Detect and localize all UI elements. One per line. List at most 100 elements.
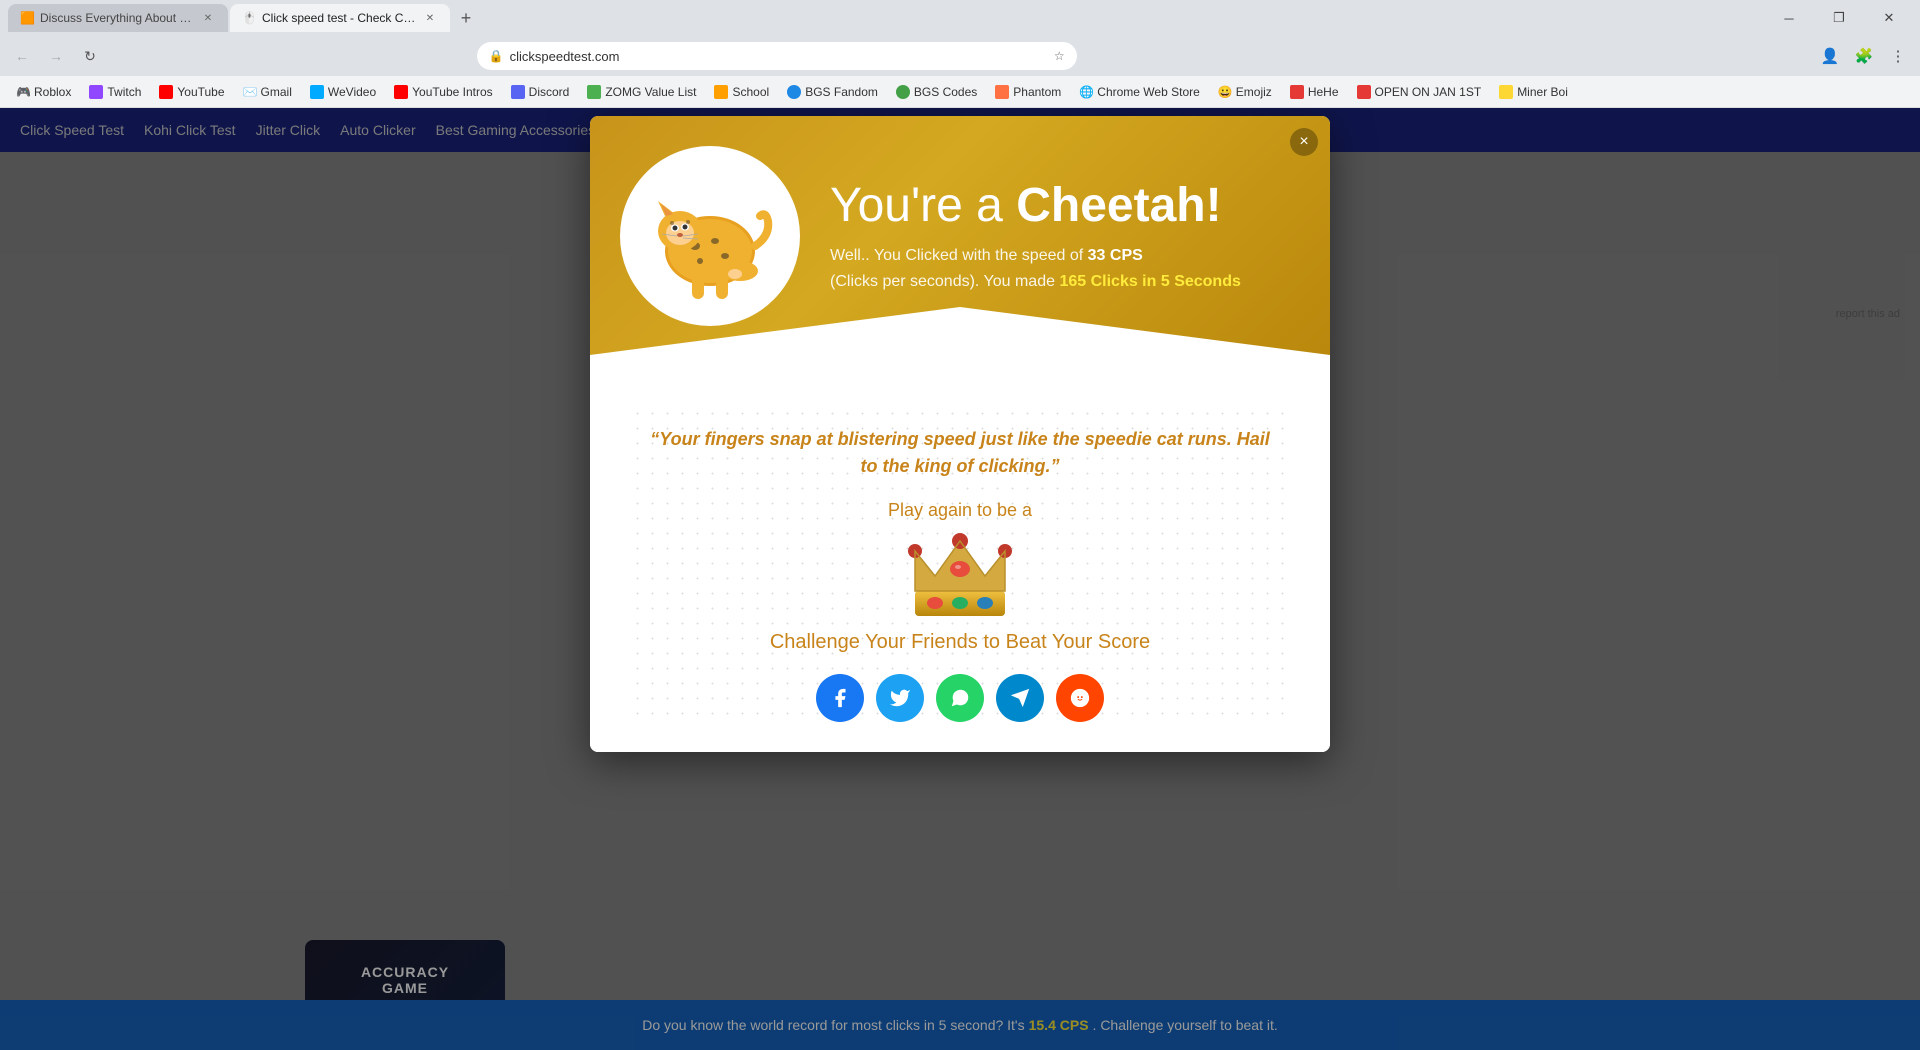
- share-twitter-button[interactable]: [876, 674, 924, 722]
- bookmark-discord[interactable]: Discord: [503, 83, 578, 101]
- modal-overlay: ×: [0, 108, 1920, 1050]
- result-description: Well.. You Clicked with the speed of 33 …: [830, 243, 1241, 294]
- bookmark-label-youtube: YouTube: [177, 85, 224, 99]
- bookmark-favicon-bgsfandom: [787, 85, 801, 99]
- tab-favicon-phantom: 🟧: [20, 11, 34, 25]
- bookmark-favicon-gmail: ✉️: [243, 85, 257, 99]
- bookmark-star-icon[interactable]: ☆: [1054, 49, 1065, 63]
- bookmark-favicon-zomg: [587, 85, 601, 99]
- minimize-button[interactable]: ─: [1766, 0, 1812, 36]
- bookmarks-bar: 🎮 Roblox Twitch YouTube ✉️ Gmail WeVideo…: [0, 76, 1920, 108]
- bookmark-favicon-bgscodes: [896, 85, 910, 99]
- bookmark-chrome[interactable]: 🌐 Chrome Web Store: [1071, 83, 1208, 101]
- tab-bar: 🟧 Discuss Everything About Phanto... ✕ 🖱…: [0, 0, 1920, 36]
- bookmark-label-emojiz: Emojiz: [1236, 85, 1272, 99]
- reload-button[interactable]: ↻: [76, 42, 104, 70]
- tab-close-clickspeed[interactable]: ✕: [422, 10, 438, 26]
- menu-icon[interactable]: ⋮: [1884, 42, 1912, 70]
- bookmark-favicon-school: [714, 85, 728, 99]
- tab-clickspeed[interactable]: 🖱️ Click speed test - Check Clicks pe...…: [230, 4, 450, 32]
- bookmark-label-bgsfandom: BGS Fandom: [805, 85, 878, 99]
- close-button[interactable]: ✕: [1866, 0, 1912, 36]
- bookmark-favicon-open: [1357, 85, 1371, 99]
- bookmark-favicon-youtube: [159, 85, 173, 99]
- tab-favicon-clickspeed: 🖱️: [242, 11, 256, 25]
- bookmark-phantom[interactable]: Phantom: [987, 83, 1069, 101]
- bookmark-label-bgscodes: BGS Codes: [914, 85, 977, 99]
- share-facebook-button[interactable]: [816, 674, 864, 722]
- bookmark-label-open: OPEN ON JAN 1ST: [1375, 85, 1482, 99]
- crown-image: [640, 531, 1280, 631]
- bookmark-school[interactable]: School: [706, 83, 777, 101]
- bookmark-favicon-wevideo: [310, 85, 324, 99]
- website-background: Click Speed Test Kohi Click Test Jitter …: [0, 108, 1920, 1050]
- bookmark-wevideo[interactable]: WeVideo: [302, 83, 384, 101]
- bookmark-label-twitch: Twitch: [107, 85, 141, 99]
- modal-body-inner: “Your fingers snap at blistering speed j…: [630, 406, 1290, 722]
- bookmark-favicon-phantom: [995, 85, 1009, 99]
- lock-icon: 🔒: [489, 49, 504, 63]
- bookmark-favicon-discord: [511, 85, 525, 99]
- share-telegram-button[interactable]: [996, 674, 1044, 722]
- modal-header-text: You're a Cheetah! Well.. You Clicked wit…: [830, 178, 1241, 294]
- bookmark-label-school: School: [732, 85, 769, 99]
- back-button[interactable]: ←: [8, 42, 36, 70]
- result-title: You're a Cheetah!: [830, 178, 1241, 233]
- forward-button[interactable]: →: [42, 42, 70, 70]
- bookmark-favicon-ytintros: [394, 85, 408, 99]
- bookmark-label-roblox: Roblox: [34, 85, 71, 99]
- result-modal: ×: [590, 116, 1330, 752]
- tab-phantom[interactable]: 🟧 Discuss Everything About Phanto... ✕: [8, 4, 228, 32]
- bookmark-label-wevideo: WeVideo: [328, 85, 376, 99]
- bookmark-zomg[interactable]: ZOMG Value List: [579, 83, 704, 101]
- bookmark-label-gmail: Gmail: [261, 85, 292, 99]
- bookmark-bgscodes[interactable]: BGS Codes: [888, 83, 985, 101]
- share-whatsapp-button[interactable]: [936, 674, 984, 722]
- bookmark-roblox[interactable]: 🎮 Roblox: [8, 83, 79, 101]
- title-bold: Cheetah!: [1016, 179, 1221, 232]
- bookmark-favicon-chrome: 🌐: [1079, 85, 1093, 99]
- bookmark-label-discord: Discord: [529, 85, 570, 99]
- toolbar-right: 👤 🧩 ⋮: [1816, 42, 1912, 70]
- bookmark-gmail[interactable]: ✉️ Gmail: [235, 83, 300, 101]
- share-reddit-button[interactable]: [1056, 674, 1104, 722]
- bookmark-twitch[interactable]: Twitch: [81, 83, 149, 101]
- bookmark-minerboi[interactable]: Miner Boi: [1491, 83, 1576, 101]
- url-right-icons: ☆: [1054, 49, 1065, 63]
- bookmark-label-minerboi: Miner Boi: [1517, 85, 1568, 99]
- bookmark-open[interactable]: OPEN ON JAN 1ST: [1349, 83, 1490, 101]
- bookmark-bgsfandom[interactable]: BGS Fandom: [779, 83, 886, 101]
- modal-header: You're a Cheetah! Well.. You Clicked wit…: [590, 116, 1330, 386]
- tab-title-phantom: Discuss Everything About Phanto...: [40, 11, 194, 25]
- maximize-button[interactable]: ❐: [1816, 0, 1862, 36]
- profile-icon[interactable]: 👤: [1816, 42, 1844, 70]
- address-bar: ← → ↻ 🔒 clickspeedtest.com ☆ 👤 🧩 ⋮: [0, 36, 1920, 76]
- bookmark-favicon-hehe: [1290, 85, 1304, 99]
- window-controls: ─ ❐ ✕: [1766, 0, 1912, 36]
- bookmark-hehe[interactable]: HeHe: [1282, 83, 1347, 101]
- bookmark-label-phantom: Phantom: [1013, 85, 1061, 99]
- challenge-text: Challenge Your Friends to Beat Your Scor…: [640, 631, 1280, 654]
- title-prefix: You're a: [830, 179, 1016, 232]
- bookmark-label-hehe: HeHe: [1308, 85, 1339, 99]
- bookmark-label-zomg: ZOMG Value List: [605, 85, 696, 99]
- result-quote: “Your fingers snap at blistering speed j…: [640, 426, 1280, 480]
- tab-close-phantom[interactable]: ✕: [200, 10, 216, 26]
- modal-body: “Your fingers snap at blistering speed j…: [590, 386, 1330, 752]
- bookmark-youtube[interactable]: YouTube: [151, 83, 232, 101]
- cheetah-image: [620, 146, 800, 326]
- url-text: clickspeedtest.com: [510, 49, 620, 64]
- url-bar[interactable]: 🔒 clickspeedtest.com ☆: [477, 42, 1077, 70]
- bookmark-label-ytintros: YouTube Intros: [412, 85, 493, 99]
- bookmark-ytintros[interactable]: YouTube Intros: [386, 83, 501, 101]
- bookmark-emojiz[interactable]: 😀 Emojiz: [1210, 83, 1280, 101]
- bookmark-label-chrome: Chrome Web Store: [1097, 85, 1200, 99]
- extensions-icon[interactable]: 🧩: [1850, 42, 1878, 70]
- social-share-buttons: [640, 674, 1280, 722]
- play-again-text: Play again to be a: [640, 500, 1280, 521]
- new-tab-button[interactable]: +: [452, 4, 480, 32]
- bookmark-favicon-twitch: [89, 85, 103, 99]
- bookmark-favicon-emojiz: 😀: [1218, 85, 1232, 99]
- tab-title-clickspeed: Click speed test - Check Clicks pe...: [262, 11, 416, 25]
- modal-close-button[interactable]: ×: [1290, 128, 1318, 156]
